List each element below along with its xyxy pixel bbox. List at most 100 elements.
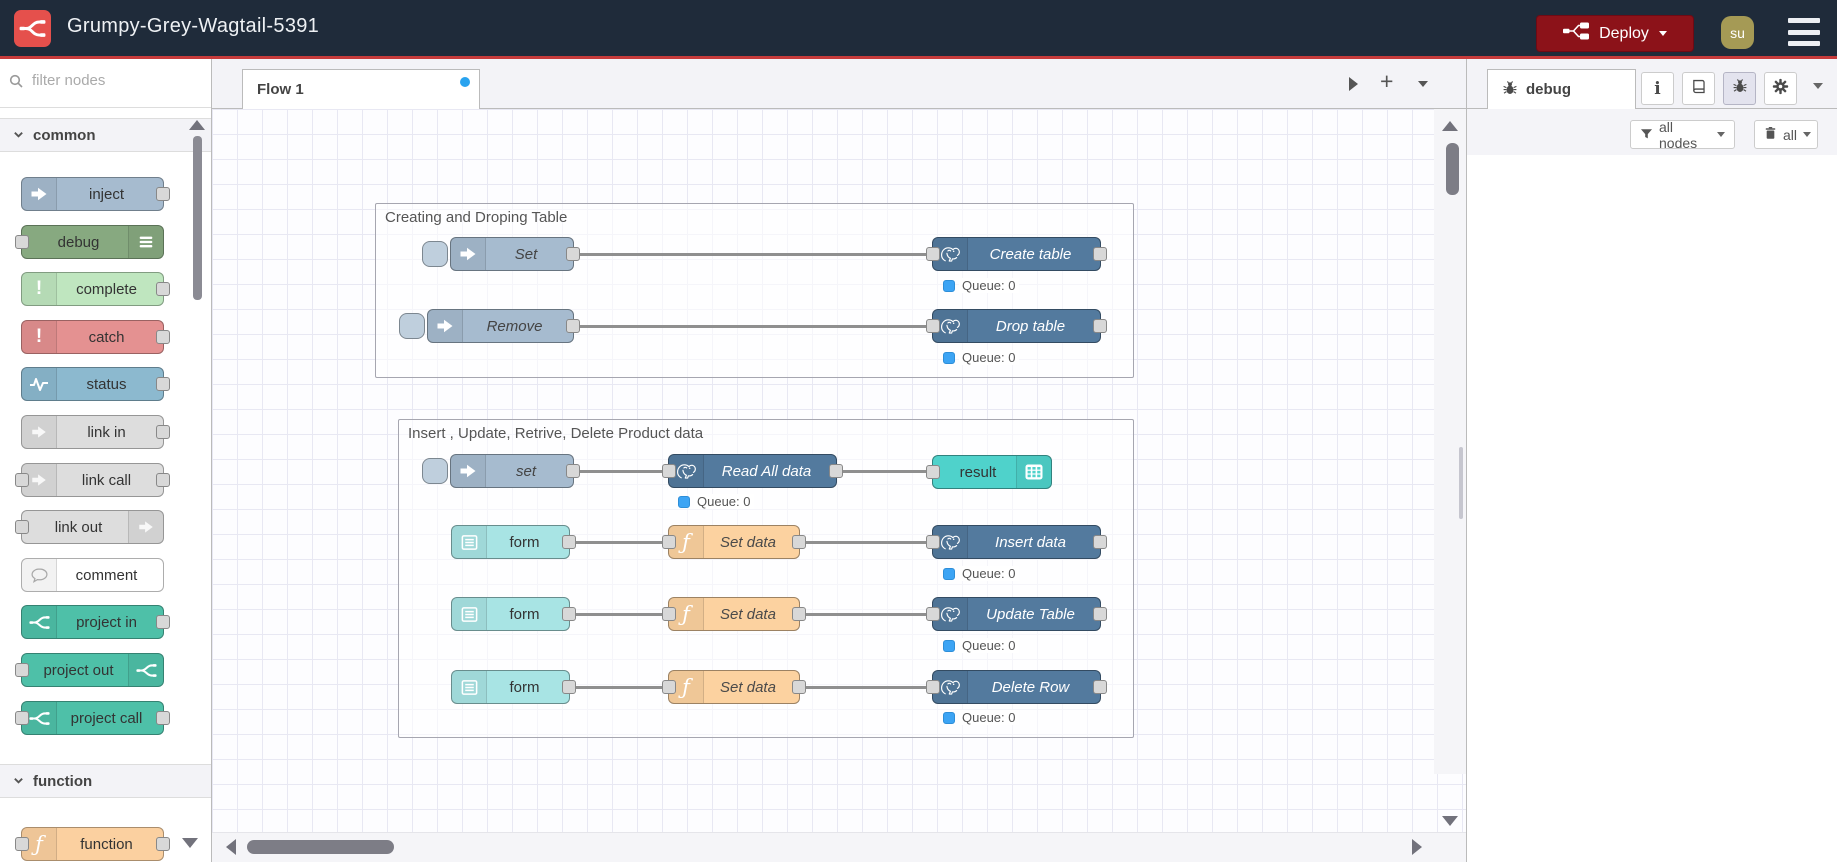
help-panel-button[interactable] [1682,72,1715,105]
output-port[interactable] [566,319,580,333]
debug-filter-button[interactable]: all nodes [1630,119,1735,151]
wire[interactable] [570,541,668,544]
palette-node-complete[interactable]: ! complete [21,272,170,306]
output-port[interactable] [1093,680,1107,694]
output-port[interactable] [792,535,806,549]
user-avatar[interactable]: su [1721,16,1754,49]
config-panel-button[interactable] [1764,72,1797,105]
output-port[interactable] [156,282,170,296]
wire[interactable] [800,541,932,544]
input-port[interactable] [926,607,940,621]
canvas-horizontal-scrollbar[interactable] [212,832,1466,862]
input-port[interactable] [15,711,29,725]
node-drop-table[interactable]: Drop table [926,309,1107,343]
output-port[interactable] [156,615,170,629]
group-creating-and-droping-table[interactable]: Creating and Droping Table [375,203,1134,378]
inject-button[interactable] [399,313,425,339]
output-port[interactable] [156,377,170,391]
node-delete-row[interactable]: Delete Row [926,670,1107,704]
tab-scroll-right-button[interactable] [1349,77,1358,91]
output-port[interactable] [792,607,806,621]
debug-panel-button[interactable] [1723,72,1756,105]
debug-clear-button[interactable]: all [1754,120,1818,149]
wire[interactable] [574,253,932,256]
palette-node-project-in[interactable]: project in [21,605,170,639]
palette-node-status[interactable]: status [21,367,170,401]
palette-node-function[interactable]: ƒ function [15,827,170,861]
palette-scrollbar-thumb[interactable] [193,136,202,300]
palette-scroll-up-arrow[interactable] [189,120,205,130]
input-port[interactable] [926,319,940,333]
palette-node-project-call[interactable]: project call [15,701,170,735]
output-port[interactable] [829,464,843,478]
input-port[interactable] [15,663,29,677]
output-port[interactable] [156,330,170,344]
canvas-scroll-down-arrow[interactable] [1442,816,1458,826]
tab-debug[interactable]: debug [1487,69,1636,109]
output-port[interactable] [566,247,580,261]
canvas-scroll-right-arrow[interactable] [1412,839,1422,855]
node-set-data[interactable]: ƒ Set data [662,597,806,631]
output-port[interactable] [1093,535,1107,549]
wire[interactable] [837,470,932,473]
output-port[interactable] [1093,607,1107,621]
node-set-data[interactable]: ƒ Set data [662,525,806,559]
inject-button[interactable] [422,458,448,484]
palette-node-link-in[interactable]: link in [21,415,170,449]
input-port[interactable] [662,535,676,549]
category-function[interactable]: function [0,764,211,798]
palette-node-link-call[interactable]: link call [15,463,170,497]
output-port[interactable] [562,680,576,694]
wire[interactable] [800,613,932,616]
canvas-vertical-scrollbar[interactable] [1434,109,1466,774]
output-port[interactable] [1093,247,1107,261]
input-port[interactable] [15,837,29,851]
canvas-scroll-left-arrow[interactable] [226,839,236,855]
node-insert-data[interactable]: Insert data [926,525,1107,559]
palette-node-debug[interactable]: debug [15,225,164,259]
canvas-secondary-thumb[interactable] [1459,447,1463,519]
input-port[interactable] [15,235,29,249]
input-port[interactable] [926,680,940,694]
output-port[interactable] [562,607,576,621]
inject-button[interactable] [422,241,448,267]
node-update-table[interactable]: Update Table [926,597,1107,631]
canvas-horizontal-thumb[interactable] [247,840,394,854]
input-port[interactable] [15,473,29,487]
node-set-data[interactable]: ƒ Set data [662,670,806,704]
input-port[interactable] [662,464,676,478]
input-port[interactable] [662,680,676,694]
node-set[interactable]: Set [450,237,580,271]
node-set[interactable]: set [450,454,580,488]
node-create-table[interactable]: Create table [926,237,1107,271]
main-menu-button[interactable] [1788,18,1820,46]
node-read-all-data[interactable]: Read All data [662,454,843,488]
wire[interactable] [570,613,668,616]
node-result[interactable]: result [926,455,1052,489]
output-port[interactable] [792,680,806,694]
tab-menu-caret[interactable] [1418,81,1428,87]
input-port[interactable] [926,535,940,549]
palette-node-project-out[interactable]: project out [15,653,164,687]
wire[interactable] [574,325,932,328]
output-port[interactable] [156,473,170,487]
output-port[interactable] [566,464,580,478]
node-remove[interactable]: Remove [427,309,580,343]
node-form[interactable]: form [451,525,576,559]
palette-node-catch[interactable]: ! catch [21,320,170,354]
input-port[interactable] [662,607,676,621]
palette-node-link-out[interactable]: link out [15,510,164,544]
workspace-grid[interactable]: Creating and Droping Table Insert , Updat… [212,109,1466,862]
deploy-button[interactable]: Deploy [1536,15,1694,52]
output-port[interactable] [156,187,170,201]
input-port[interactable] [926,247,940,261]
output-port[interactable] [156,837,170,851]
output-port[interactable] [156,425,170,439]
input-port[interactable] [926,465,940,479]
output-port[interactable] [562,535,576,549]
wire[interactable] [574,470,668,473]
node-form[interactable]: form [451,670,576,704]
canvas-vertical-thumb[interactable] [1446,143,1459,195]
palette-scroll-down-arrow[interactable] [182,838,198,848]
wire[interactable] [800,686,932,689]
